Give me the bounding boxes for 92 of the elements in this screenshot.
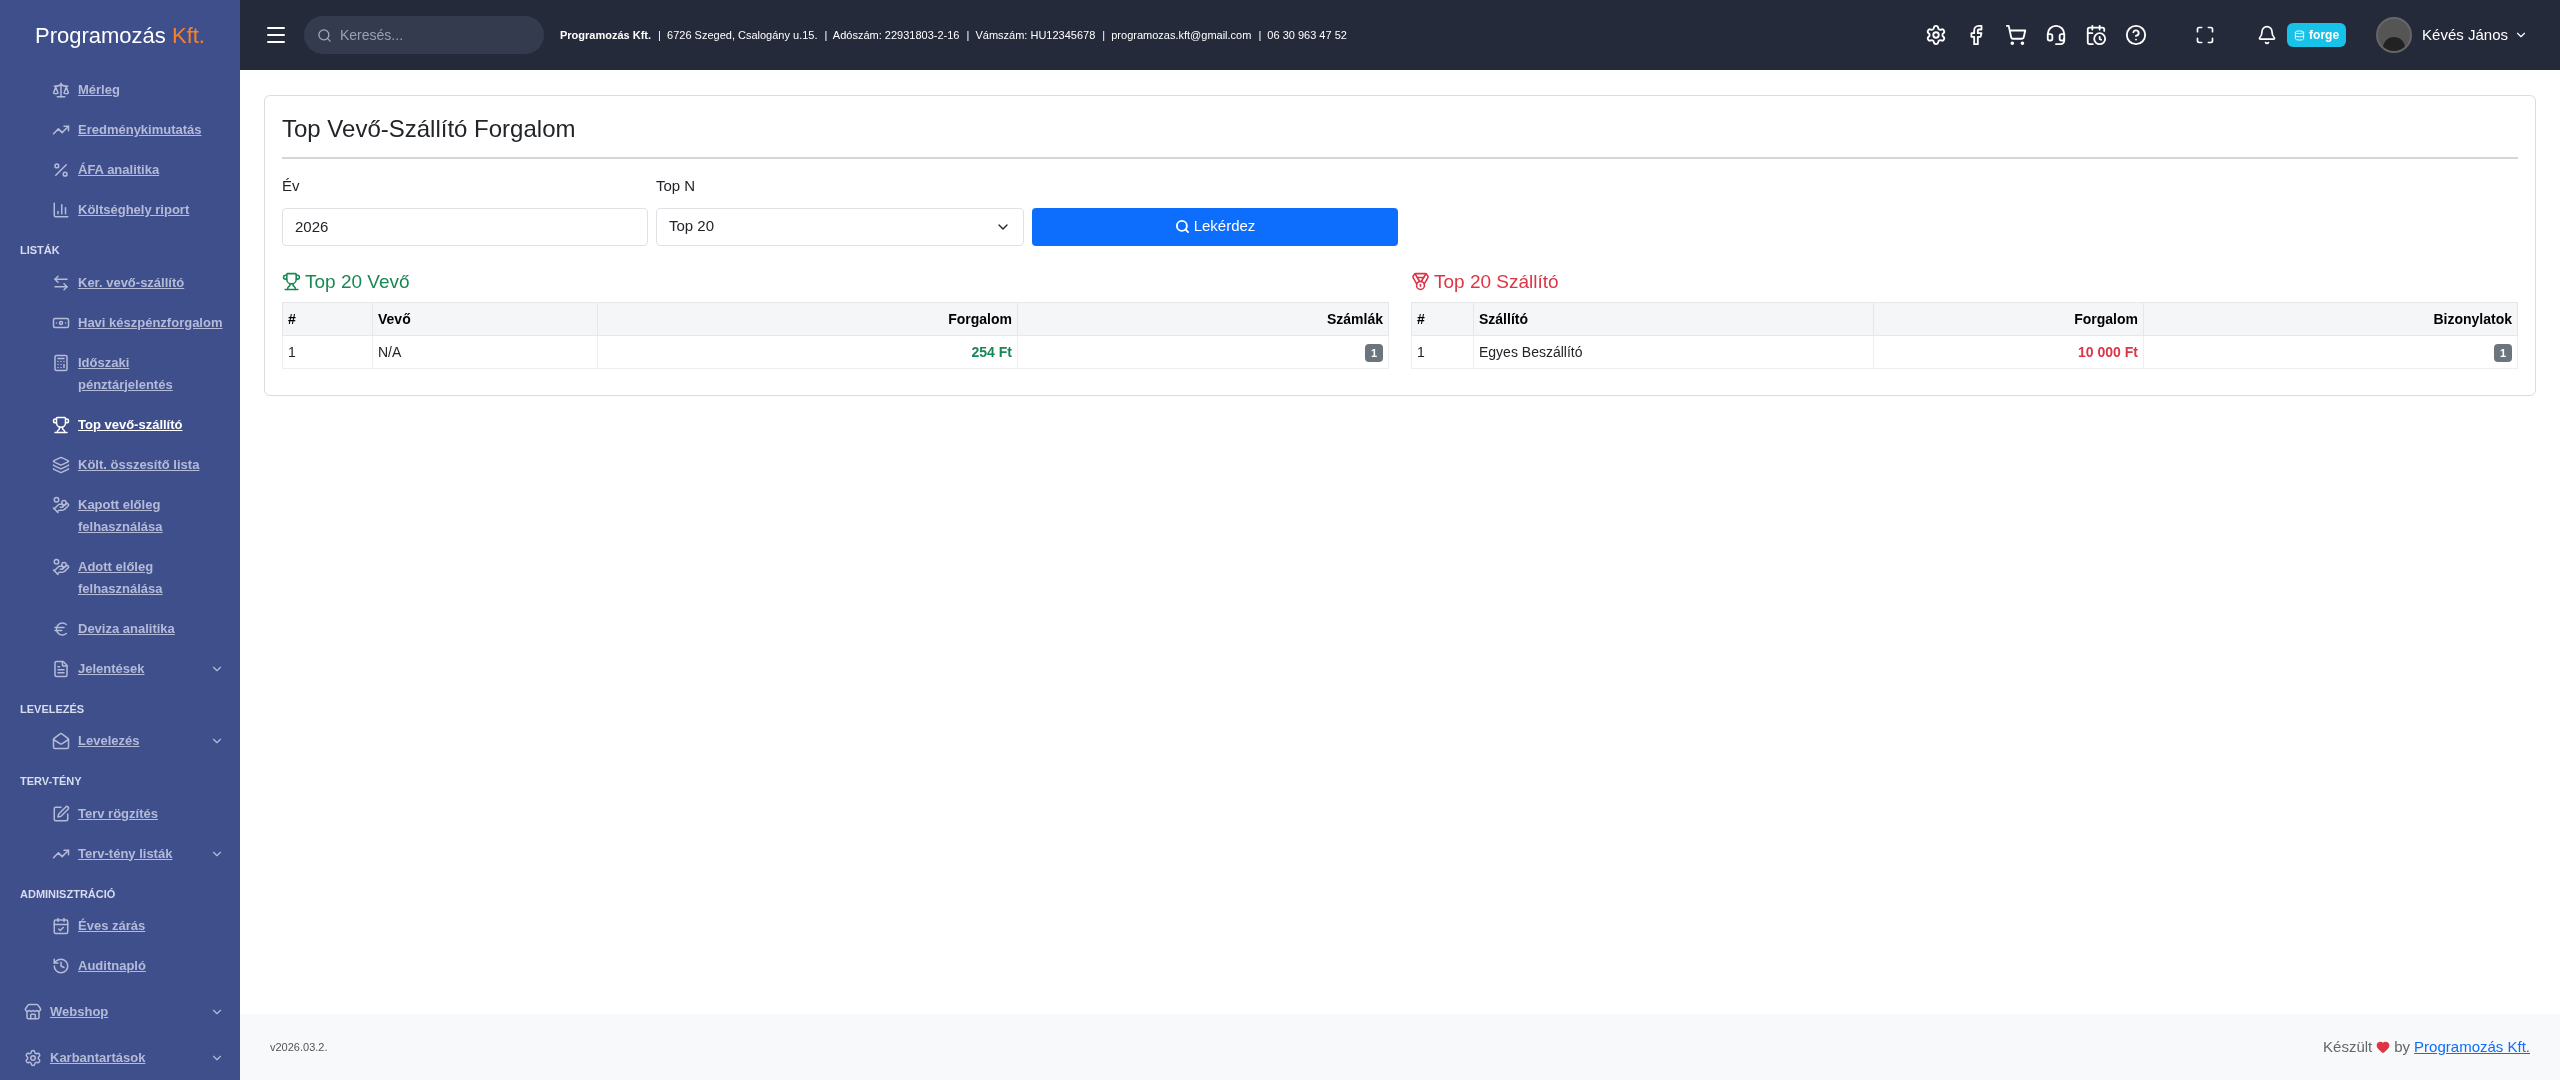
sidebar-item-icon [52, 804, 70, 823]
year-field[interactable]: 2026 [282, 207, 648, 246]
trophy-icon [282, 272, 301, 292]
column-header: # [1411, 302, 1474, 336]
search-icon [317, 28, 332, 43]
sidebar-item[interactable]: ÁFA analitika [52, 159, 224, 181]
company-info: | Adószám: 22931803-2-16 [824, 27, 960, 43]
headset-icon[interactable] [2045, 24, 2068, 46]
sidebar-heading: LISTÁK [19, 243, 61, 258]
sidebar-item-icon [52, 81, 70, 99]
company-info: Programozás Kft. [560, 27, 652, 43]
sidebar-item[interactable]: Mérleg [52, 79, 224, 101]
company-info: | Vámszám: HU12345678 [966, 27, 1096, 43]
forge-badge[interactable]: forge [2287, 23, 2347, 47]
sidebar-item[interactable]: Levelezés [52, 730, 210, 752]
version-text: v2026.03.2. [270, 1039, 328, 1055]
sidebar-item[interactable]: Időszaki pénztárjelentés [52, 351, 224, 396]
table-cell: N/A [378, 343, 402, 360]
column-header: Forgalom [1873, 302, 2144, 336]
table-cell: Egyes Beszállító [1479, 343, 1583, 360]
company-info: | 6726 Szeged, Csalogány u.15. [658, 27, 818, 43]
footer-link[interactable]: Programozás Kft. [2414, 1035, 2530, 1059]
sidebar-item[interactable]: Kapott előleg felhasználása [52, 493, 224, 538]
sidebar-item-icon [52, 495, 70, 514]
count-badge: 1 [2493, 343, 2512, 362]
company-info: | programozas.kft@gmail.com [1102, 27, 1252, 43]
count-badge: 1 [1364, 343, 1383, 362]
search-icon [1174, 219, 1190, 234]
sidebar-item[interactable]: Karbantartások [24, 1047, 210, 1069]
sidebar-item[interactable]: Terv rögzítés [52, 802, 224, 825]
table-title: Top 20 Vevő [305, 269, 410, 294]
calendar-clock-icon[interactable] [2085, 24, 2108, 46]
sidebar-item-icon [24, 1049, 42, 1067]
sidebar-item-icon [52, 201, 70, 219]
sidebar-item[interactable]: Éves zárás [52, 915, 224, 937]
query-button[interactable]: Lekérdez [1032, 207, 1398, 246]
sidebar-heading: ADMINISZTRÁCIÓ [19, 886, 117, 902]
search-field[interactable]: Keresés... [304, 16, 544, 54]
sidebar-item-icon [52, 619, 70, 638]
sidebar-item[interactable]: Jelentések [52, 657, 210, 680]
sidebar-item-icon [52, 161, 70, 179]
table-cell: 254 Ft [971, 343, 1012, 360]
column-header: Számlák [1017, 302, 1389, 336]
sidebar-heading: LEVELEZÉS [19, 701, 86, 717]
sidebar-item[interactable]: Költséghely riport [52, 199, 224, 221]
table-title: Top 20 Szállító [1434, 269, 1559, 294]
sidebar-item-icon [52, 557, 70, 576]
column-header: Bizonylatok [2143, 302, 2518, 336]
sidebar-item[interactable]: Ker. vevő-szállító [52, 271, 224, 294]
page-title: Top Vevő-Szállító Forgalom [282, 111, 2518, 159]
top-n-select[interactable]: Top 20 [656, 207, 1024, 246]
sidebar-item[interactable]: Terv-tény listák [52, 842, 210, 865]
column-header: # [282, 302, 373, 336]
field-label: Év [282, 176, 301, 196]
sidebar-item-icon [52, 415, 70, 434]
table-cell: 1 [1417, 343, 1425, 360]
sidebar-item-icon [52, 273, 70, 292]
heart-icon [2376, 1040, 2391, 1054]
notification-icon[interactable] [2257, 25, 2278, 45]
sidebar-item[interactable]: Top vevő-szállító [52, 413, 224, 436]
cart-icon[interactable] [2005, 24, 2028, 46]
avatar[interactable] [2376, 17, 2413, 53]
sidebar-item-icon [52, 659, 70, 678]
field-label: Top N [656, 176, 697, 196]
settings-icon[interactable] [1925, 24, 1948, 46]
footer-text: Készült [2323, 1036, 2373, 1057]
table-cell: 10 000 Ft [2078, 343, 2138, 360]
sidebar-item-icon [52, 732, 70, 750]
sidebar-item-icon [52, 455, 70, 474]
sidebar-item[interactable]: Eredménykimutatás [52, 119, 224, 141]
sidebar-heading: TERV-TÉNY [19, 774, 83, 789]
sidebar-item[interactable]: Auditnapló [52, 955, 224, 977]
company-info: | 06 30 963 47 52 [1258, 27, 1347, 43]
column-header: Vevő [372, 302, 598, 336]
sidebar-item[interactable]: Adott előleg felhasználása [52, 555, 224, 600]
sidebar-item[interactable]: Havi készpénzforgalom [52, 311, 224, 334]
sidebar-item-icon [52, 917, 70, 935]
fullscreen-icon[interactable] [2195, 25, 2216, 45]
column-header: Forgalom [597, 302, 1018, 336]
medal-icon [1411, 272, 1430, 292]
sidebar-item-icon [52, 957, 70, 975]
sidebar-item-icon [52, 353, 70, 372]
footer-text: by [2394, 1036, 2411, 1057]
brand-logo[interactable]: Programozás Kft. [35, 18, 205, 52]
sidebar-item[interactable]: Költ. összesítő lista [52, 453, 224, 476]
sidebar-item[interactable]: Deviza analitika [52, 617, 224, 640]
user-name[interactable]: Kévés János [2422, 23, 2508, 47]
column-header: Szállító [1473, 302, 1874, 336]
help-icon[interactable] [2125, 24, 2148, 46]
sidebar-item[interactable]: Webshop [24, 1001, 210, 1023]
sidebar-item-icon [24, 1003, 42, 1021]
table-cell: 1 [288, 343, 296, 360]
